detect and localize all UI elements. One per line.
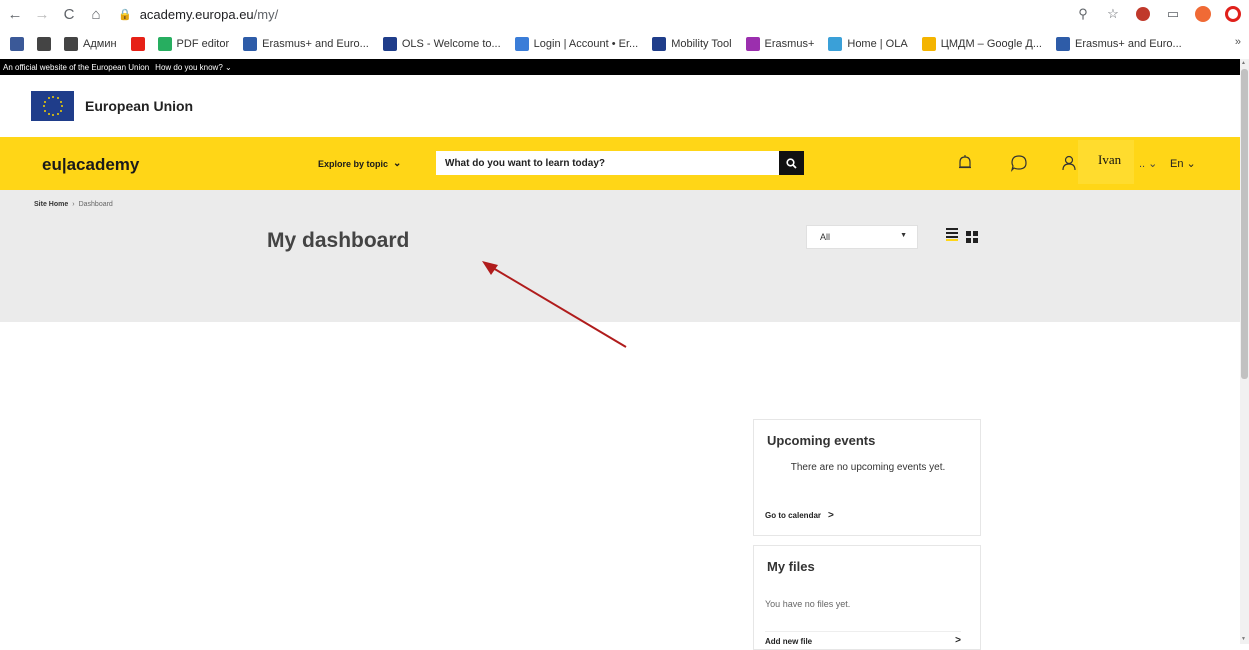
bookmark-item[interactable]: [130, 36, 150, 51]
bookmark-label: Login | Account • Er...: [533, 37, 639, 50]
breadcrumb-current: Dashboard: [78, 201, 113, 208]
explore-by-topic-button[interactable]: Explore by topic ⌄: [318, 158, 401, 169]
bookmark-item[interactable]: Erasmus+: [745, 36, 815, 51]
user-icon[interactable]: [1059, 153, 1079, 173]
official-text: An official website of the European Unio…: [3, 62, 150, 72]
search-icon: [786, 157, 797, 169]
star-icon[interactable]: ☆: [1103, 4, 1123, 24]
browser-toolbar: ← → C ⌂ 🔒 academy.europa.eu/my/ ⚲ ☆ ▭: [0, 0, 1249, 28]
bookmark-favicon-icon: [10, 36, 24, 51]
empty-message: You have no files yet.: [765, 599, 851, 609]
chat-icon[interactable]: [1009, 153, 1029, 173]
list-view-icon[interactable]: [946, 228, 958, 242]
eu-title[interactable]: European Union: [85, 98, 193, 114]
chevron-right-icon: >: [955, 635, 961, 646]
user-name: Ivan: [1098, 152, 1122, 167]
bookmark-favicon-icon: [37, 36, 51, 51]
go-to-calendar-link[interactable]: Go to calendar >: [765, 510, 834, 521]
bookmark-item[interactable]: [37, 36, 56, 51]
bookmark-item[interactable]: OLS - Welcome to...: [382, 36, 501, 51]
home-icon[interactable]: ⌂: [84, 2, 108, 26]
scroll-down-icon[interactable]: ▼: [1241, 636, 1246, 642]
bookmark-label: Erasmus+ and Euro...: [1075, 37, 1182, 50]
bookmark-item[interactable]: Erasmus+ and Euro...: [1056, 36, 1182, 51]
bookmark-favicon-icon: [382, 36, 397, 51]
bookmark-item[interactable]: Home | OLA: [828, 36, 908, 51]
bookmark-label: Erasmus+: [764, 37, 815, 50]
eu-header: European Union: [0, 75, 1240, 137]
bookmark-favicon-icon: [1056, 36, 1070, 51]
bookmark-label: ЦМДМ – Google Д...: [940, 37, 1042, 50]
card-title: My files: [767, 559, 815, 574]
bookmark-label: OLS - Welcome to...: [401, 37, 501, 50]
bookmark-favicon-icon: [243, 36, 258, 51]
bookmark-item[interactable]: Mobility Tool: [652, 36, 732, 51]
profile-icon[interactable]: [1193, 4, 1213, 24]
eu-official-bar: An official website of the European Unio…: [0, 59, 1240, 75]
page-scrollbar[interactable]: ▲ ▼: [1240, 59, 1249, 644]
annotation-arrow: [482, 261, 627, 348]
how-do-you-know-link[interactable]: How do you know? ⌄: [155, 63, 232, 72]
search-input[interactable]: [436, 151, 779, 175]
upcoming-events-card: Upcoming events There are no upcoming ev…: [753, 419, 981, 536]
breadcrumb-separator-icon: ›: [72, 201, 75, 208]
back-icon[interactable]: ←: [3, 2, 27, 26]
bookmark-label: Erasmus+ and Euro...: [262, 37, 369, 50]
grid-view-icon[interactable]: [966, 231, 978, 243]
card-title: Upcoming events: [767, 433, 876, 448]
bookmark-favicon-icon: [130, 36, 145, 51]
empty-message: There are no upcoming events yet.: [790, 462, 946, 473]
course-filter-select[interactable]: All ▼: [806, 225, 918, 249]
bookmark-item[interactable]: Админ: [64, 36, 117, 51]
bookmark-favicon-icon: [157, 36, 172, 51]
extension-icon[interactable]: [1133, 4, 1153, 24]
bookmark-favicon-icon: [514, 36, 529, 51]
zoom-icon[interactable]: ⚲: [1073, 4, 1093, 24]
breadcrumb-home-link[interactable]: Site Home: [34, 201, 68, 208]
bookmark-label: Home | OLA: [847, 37, 908, 50]
lock-icon: 🔒: [118, 8, 132, 21]
opera-icon[interactable]: [1223, 4, 1243, 24]
address-bar[interactable]: 🔒 academy.europa.eu/my/: [118, 2, 1073, 26]
search-button[interactable]: [779, 151, 804, 175]
bookmark-favicon-icon: [64, 36, 78, 51]
breadcrumb: Site Home › Dashboard: [34, 201, 113, 208]
bookmark-item[interactable]: [10, 36, 29, 51]
bookmark-item[interactable]: Login | Account • Er...: [514, 36, 639, 51]
my-files-card: My files You have no files yet. Add new …: [753, 545, 981, 650]
forward-icon[interactable]: →: [30, 2, 54, 26]
dropdown-arrow-icon: ▼: [900, 232, 907, 239]
bookmark-favicon-icon: [745, 36, 760, 51]
bookmark-item[interactable]: ЦМДМ – Google Д...: [921, 36, 1042, 51]
user-menu[interactable]: Ivan: [1078, 140, 1134, 184]
bookmark-label: PDF editor: [176, 37, 230, 50]
bookmark-item[interactable]: Erasmus+ and Euro...: [243, 36, 369, 51]
scroll-up-icon[interactable]: ▲: [1241, 60, 1246, 66]
bookmarks-bar: Админ PDF editor Erasmus+ and Euro... OLS -…: [0, 28, 1249, 59]
page-title: My dashboard: [267, 229, 410, 252]
bookmark-favicon-icon: [652, 36, 667, 51]
academy-header: eu|academy Explore by topic⌄ Ivan .. ⌄ E…: [0, 137, 1240, 190]
bookmark-favicon-icon: [921, 36, 936, 51]
chevron-down-icon: ⌄: [393, 158, 402, 169]
chevron-right-icon: >: [828, 510, 834, 521]
eu-flag-logo[interactable]: [31, 91, 74, 121]
bookmark-label: Админ: [83, 37, 117, 50]
bell-icon[interactable]: [955, 153, 975, 173]
bookmark-item[interactable]: PDF editor: [157, 36, 230, 51]
bookmark-favicon-icon: [828, 36, 843, 51]
language-selector[interactable]: En ⌄: [1170, 157, 1196, 170]
reload-icon[interactable]: C: [57, 2, 81, 26]
user-menu-dots: .. ⌄: [1139, 158, 1158, 170]
academy-logo[interactable]: eu|academy: [42, 155, 139, 175]
scroll-thumb[interactable]: [1241, 69, 1248, 379]
cast-icon[interactable]: ▭: [1163, 4, 1183, 24]
chevron-down-icon: ⌄: [225, 62, 232, 72]
url-text[interactable]: academy.europa.eu/my/: [140, 7, 279, 22]
bookmarks-more[interactable]: »: [1235, 36, 1241, 48]
bookmark-label: Mobility Tool: [671, 37, 732, 50]
